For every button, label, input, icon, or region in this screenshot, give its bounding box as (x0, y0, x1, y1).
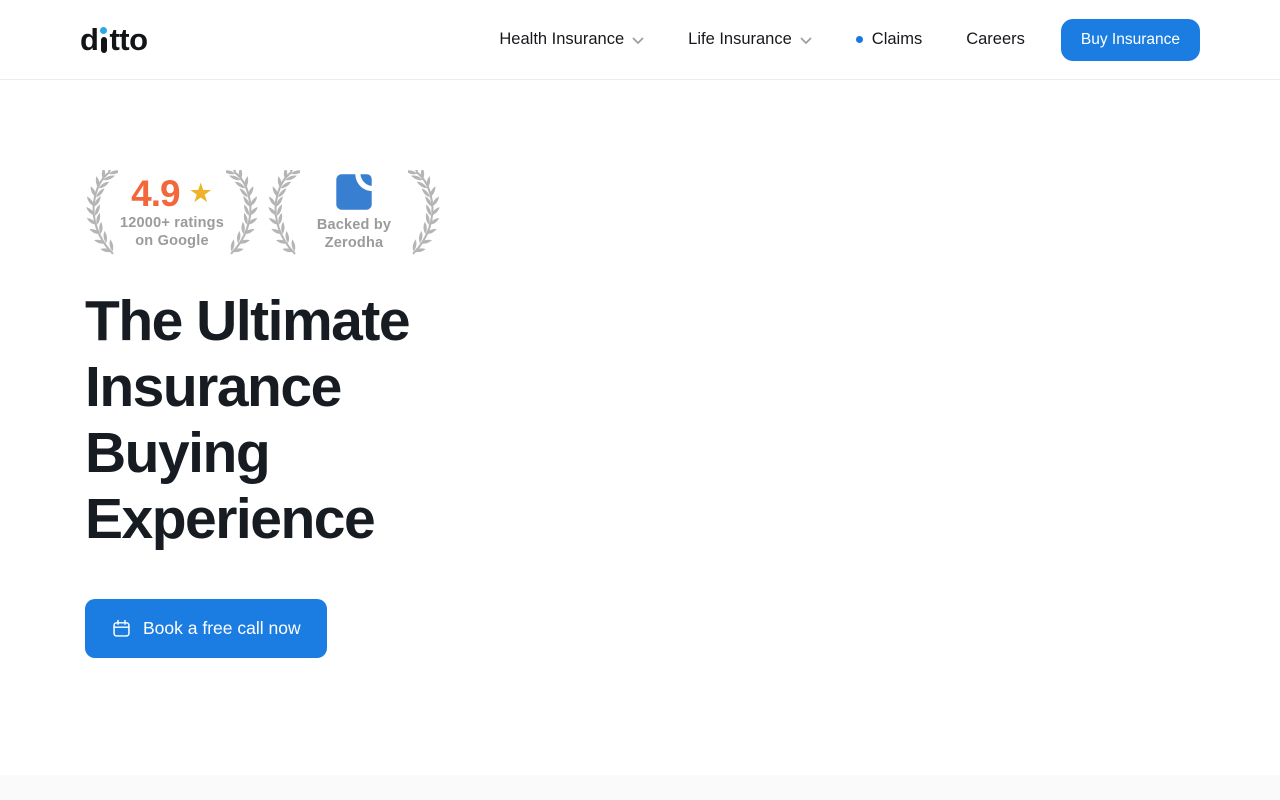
nav-label: Claims (872, 30, 922, 49)
main-nav: Health Insurance Life Insurance Claims C… (455, 19, 1200, 61)
heading-line: Insurance (85, 354, 1280, 420)
nav-health-insurance[interactable]: Health Insurance (499, 30, 644, 49)
nav-careers[interactable]: Careers (966, 30, 1025, 49)
award-badges: 4.9 ★ 12000+ ratings on Google Backed by… (85, 170, 1280, 256)
book-call-label: Book a free call now (143, 618, 301, 639)
google-rating-badge: 4.9 ★ 12000+ ratings on Google (85, 170, 259, 256)
heading-line: The Ultimate (85, 288, 1280, 354)
chevron-down-icon (800, 37, 812, 45)
next-section-strip (0, 775, 1280, 800)
nav-claims[interactable]: Claims (856, 30, 922, 49)
zerodha-logo-icon (335, 173, 373, 211)
logo-text-start: d (80, 24, 98, 55)
logo-dot-icon (100, 27, 107, 34)
nav-label: Life Insurance (688, 30, 792, 49)
chevron-down-icon (632, 37, 644, 45)
rating-caption-line2: on Google (118, 233, 226, 251)
backed-caption-line2: Zerodha (300, 235, 408, 253)
rating-value: 4.9 (131, 175, 179, 212)
hero-heading: The Ultimate Insurance Buying Experience (85, 288, 1280, 552)
nav-label: Careers (966, 30, 1025, 49)
rating-caption-line1: 12000+ ratings (118, 215, 226, 233)
laurel-right-icon (408, 170, 441, 256)
logo-text-end: tto (109, 24, 147, 55)
calendar-icon (111, 618, 132, 639)
header: d tto Health Insurance Life Insurance Cl… (0, 0, 1280, 80)
star-icon: ★ (189, 180, 213, 207)
laurel-left-icon (85, 170, 118, 256)
hero-section: 4.9 ★ 12000+ ratings on Google Backed by… (0, 80, 1280, 658)
backed-caption-line1: Backed by (300, 217, 408, 235)
buy-insurance-button[interactable]: Buy Insurance (1061, 19, 1200, 61)
claims-dot-icon (856, 36, 863, 43)
heading-line: Experience (85, 486, 1280, 552)
logo[interactable]: d tto (80, 24, 148, 55)
laurel-left-icon (267, 170, 300, 256)
laurel-right-icon (226, 170, 259, 256)
nav-life-insurance[interactable]: Life Insurance (688, 30, 812, 49)
logo-letter-i (99, 24, 108, 55)
nav-label: Health Insurance (499, 30, 624, 49)
heading-line: Buying (85, 420, 1280, 486)
book-call-button[interactable]: Book a free call now (85, 599, 327, 658)
zerodha-badge: Backed by Zerodha (267, 170, 441, 256)
